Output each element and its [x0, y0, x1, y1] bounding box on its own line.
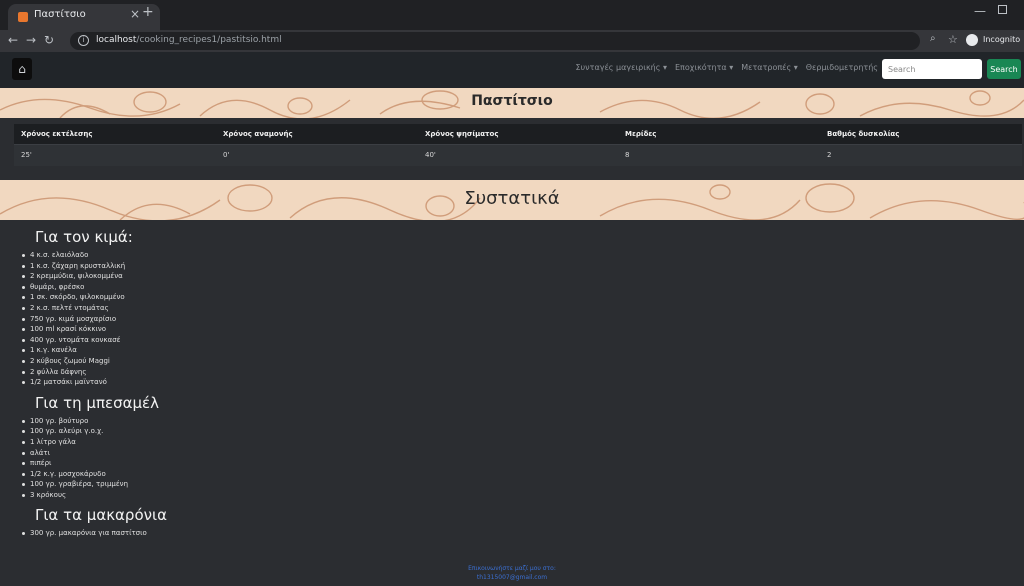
nav-link-conversions[interactable]: Μετατροπές ▾	[741, 63, 798, 72]
search-input[interactable]	[882, 59, 982, 79]
recipe-title-banner: Παστίτσιο	[0, 88, 1024, 118]
back-arrow-icon[interactable]: ←	[8, 33, 18, 47]
list-item: 1 σκ. σκόρδο, ψιλοκομμένο	[20, 292, 620, 303]
list-item: 2 κύβους ζωμού Maggi	[20, 356, 620, 367]
site-info-icon[interactable]: i	[78, 35, 89, 46]
list-item: 2 κρεμμύδια, ψιλοκομμένα	[20, 271, 620, 282]
new-tab-icon[interactable]: +	[142, 4, 154, 20]
browser-toolbar: ← → ↻ i localhost/cooking_recipes1/pasti…	[0, 30, 1024, 52]
section-title-mince: Για τον κιμά:	[35, 228, 133, 246]
header-difficulty: Βαθμός δυσκολίας	[820, 124, 1022, 144]
bookmark-star-icon[interactable]: ☆	[948, 33, 958, 46]
value-servings: 8	[618, 143, 820, 166]
section-title-pasta: Για τα μακαρόνια	[35, 506, 167, 525]
list-item: 100 ml κρασί κόκκινο	[20, 324, 620, 335]
table-header-row: Χρόνος εκτέλεσης Χρόνος αναμονής Χρόνος …	[14, 124, 1022, 144]
incognito-icon	[966, 34, 978, 46]
list-item: πιπέρι	[20, 458, 620, 469]
mince-ingredients: 4 κ.σ. ελαιόλαδο 1 κ.σ. ζάχαρη κρυσταλλι…	[20, 250, 620, 388]
zoom-icon[interactable]: ⌕	[930, 33, 936, 44]
footer-email-link[interactable]: th1315007@gmail.com	[0, 573, 1024, 582]
forward-arrow-icon[interactable]: →	[26, 33, 36, 47]
list-item: 750 γρ. κιμά μοσχαρίσιο	[20, 314, 620, 325]
header-servings: Μερίδες	[618, 124, 820, 144]
section-title-bechamel: Για τη μπεσαμέλ	[35, 393, 159, 412]
site-navbar: ⌂ Συνταγές μαγειρικής ▾ Εποχικότητα ▾ Με…	[0, 52, 1024, 88]
list-item: 1/2 ματσάκι μαϊντανό	[20, 377, 620, 388]
list-item: 100 γρ. βούτυρο	[20, 416, 620, 427]
pasta-ingredients: 300 γρ. μακαρόνια για παστίτσιο	[20, 528, 620, 539]
footer-contact-text: Επικοινωνήστε μαζί μου στο:	[468, 565, 556, 572]
close-tab-icon[interactable]: ×	[130, 7, 140, 21]
value-difficulty: 2	[820, 143, 1022, 166]
browser-tab[interactable]: Παστίτσιο ×	[8, 4, 160, 30]
nav-menu: Συνταγές μαγειρικής ▾ Εποχικότητα ▾ Μετα…	[576, 63, 879, 72]
browser-tab-strip: Παστίτσιο × + —	[0, 0, 1024, 30]
ingredients-list: Για τον κιμά: 4 κ.σ. ελαιόλαδο 1 κ.σ. ζά…	[20, 228, 620, 545]
list-item: αλάτι	[20, 448, 620, 459]
header-prep-time: Χρόνος εκτέλεσης	[14, 124, 216, 144]
nav-link-seasonality[interactable]: Εποχικότητα ▾	[675, 63, 733, 72]
nav-link-recipes[interactable]: Συνταγές μαγειρικής ▾	[576, 63, 668, 72]
list-item: 100 γρ. αλεύρι γ.ο.χ.	[20, 426, 620, 437]
bechamel-ingredients: 100 γρ. βούτυρο 100 γρ. αλεύρι γ.ο.χ. 1 …	[20, 416, 620, 501]
tab-title: Παστίτσιο	[34, 9, 86, 20]
list-item: 1 κ.σ. ζάχαρη κρυσταλλική	[20, 261, 620, 272]
page-favicon-icon	[18, 12, 28, 22]
value-prep-time: 25'	[14, 143, 216, 166]
list-item: 2 φύλλα δάφνης	[20, 367, 620, 378]
nav-link-calorie-counter[interactable]: Θερμιδομετρητής	[806, 63, 878, 72]
list-item: 400 γρ. ντομάτα κονκασέ	[20, 335, 620, 346]
home-icon[interactable]: ⌂	[12, 58, 32, 80]
list-item: 100 γρ. γραβιέρα, τριμμένη	[20, 479, 620, 490]
minimize-window-icon[interactable]: —	[974, 4, 986, 18]
reload-icon[interactable]: ↻	[44, 33, 54, 47]
list-item: 4 κ.σ. ελαιόλαδο	[20, 250, 620, 261]
value-bake-time: 40'	[418, 143, 618, 166]
list-item: 2 κ.σ. πελτέ ντομάτας	[20, 303, 620, 314]
ingredients-heading: Συστατικά	[464, 188, 560, 209]
recipe-info-table: Χρόνος εκτέλεσης Χρόνος αναμονής Χρόνος …	[14, 124, 1022, 166]
search-button[interactable]: Search	[987, 59, 1021, 79]
address-bar[interactable]: i localhost/cooking_recipes1/pastitsio.h…	[70, 32, 920, 50]
url-text: localhost/cooking_recipes1/pastitsio.htm…	[96, 35, 282, 45]
list-item: θυμάρι, φρέσκο	[20, 282, 620, 293]
list-item: 1/2 κ.γ. μοσχοκάρυδο	[20, 469, 620, 480]
table-row: 25' 0' 40' 8 2	[14, 143, 1022, 166]
recipe-title: Παστίτσιο	[471, 93, 553, 109]
list-item: 300 γρ. μακαρόνια για παστίτσιο	[20, 528, 620, 539]
maximize-window-icon[interactable]	[998, 5, 1007, 14]
ingredients-banner: Συστατικά	[0, 180, 1024, 220]
list-item: 1 κ.γ. κανέλα	[20, 345, 620, 356]
header-wait-time: Χρόνος αναμονής	[216, 124, 418, 144]
footer: Επικοινωνήστε μαζί μου στο: th1315007@gm…	[0, 564, 1024, 582]
value-wait-time: 0'	[216, 143, 418, 166]
header-bake-time: Χρόνος ψησίματος	[418, 124, 618, 144]
list-item: 3 κρόκους	[20, 490, 620, 501]
list-item: 1 λίτρο γάλα	[20, 437, 620, 448]
incognito-label: Incognito	[983, 35, 1021, 44]
